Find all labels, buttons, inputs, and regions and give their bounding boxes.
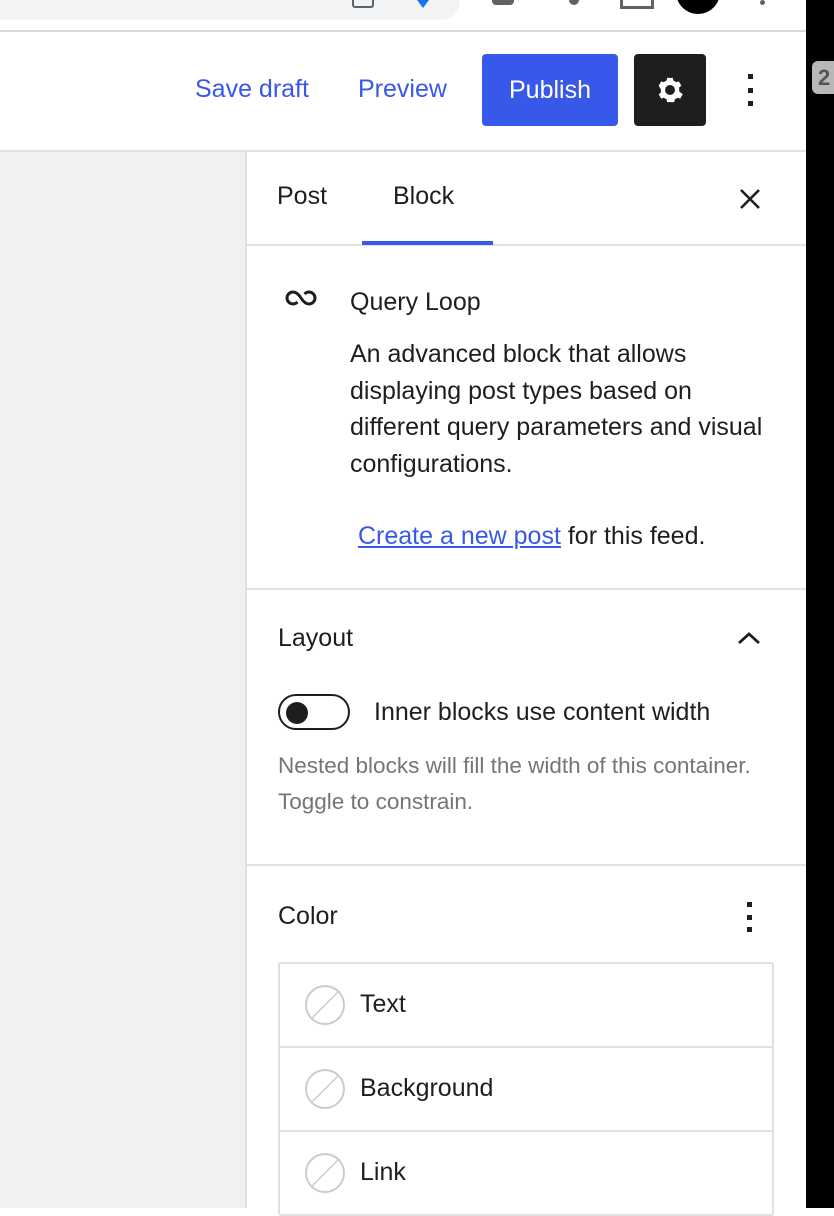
more-vertical-icon bbox=[747, 74, 753, 79]
more-vertical-icon bbox=[746, 902, 752, 907]
empty-swatch-icon bbox=[305, 1153, 345, 1193]
color-item-link[interactable]: Link bbox=[280, 1132, 772, 1216]
color-options-button[interactable] bbox=[739, 900, 759, 934]
settings-sidebar: Post Block Query Loop An advanced block … bbox=[247, 152, 806, 1216]
tab-block[interactable]: Block bbox=[393, 182, 454, 211]
layout-panel-title[interactable]: Layout bbox=[278, 624, 353, 653]
color-item-label: Text bbox=[360, 990, 406, 1018]
editor-header: Save draft Preview Publish bbox=[0, 32, 806, 152]
tab-post[interactable]: Post bbox=[277, 182, 327, 211]
layout-help-text: Nested blocks will fill the width of thi… bbox=[278, 753, 751, 814]
empty-swatch-icon bbox=[305, 985, 345, 1025]
create-new-post-link[interactable]: Create a new post bbox=[358, 522, 561, 550]
color-item-background[interactable]: Background bbox=[280, 1048, 772, 1132]
block-title: Query Loop bbox=[350, 288, 481, 316]
collapse-layout-button[interactable] bbox=[735, 624, 763, 652]
block-card: Query Loop An advanced block that allows… bbox=[247, 246, 806, 590]
more-vertical-icon-dot bbox=[746, 914, 752, 920]
browser-toolbar bbox=[0, 0, 806, 32]
color-item-label: Background bbox=[360, 1074, 494, 1102]
create-post-suffix: for this feed. bbox=[560, 522, 706, 550]
color-panel: Color Text Background Link bbox=[247, 866, 806, 1216]
save-draft-button[interactable]: Save draft bbox=[195, 75, 309, 104]
publish-button[interactable]: Publish bbox=[482, 54, 618, 126]
browser-menu-icon[interactable] bbox=[760, 0, 765, 5]
empty-swatch-icon bbox=[305, 1069, 345, 1109]
side-badge: 2 bbox=[812, 61, 834, 94]
sidebar-tabs: Post Block bbox=[247, 152, 806, 246]
gear-icon bbox=[658, 77, 683, 103]
profile-avatar[interactable] bbox=[676, 0, 720, 14]
create-post-line: Create a new post for this feed. bbox=[358, 522, 705, 551]
tab-search-icon[interactable] bbox=[352, 0, 374, 8]
color-panel-title: Color bbox=[278, 902, 338, 930]
chevron-up-icon bbox=[738, 632, 760, 645]
extension-icon[interactable] bbox=[569, 0, 579, 5]
toggle-knob bbox=[286, 702, 308, 724]
bookmark-star-icon[interactable] bbox=[414, 0, 432, 8]
color-settings-list: Text Background Link bbox=[278, 962, 774, 1216]
options-menu-button[interactable] bbox=[736, 70, 764, 110]
editor-canvas[interactable] bbox=[0, 152, 247, 1208]
content-width-toggle[interactable] bbox=[278, 694, 350, 730]
active-tab-indicator bbox=[362, 241, 493, 245]
preview-button[interactable]: Preview bbox=[358, 75, 447, 104]
loop-icon bbox=[285, 290, 317, 306]
address-bar[interactable] bbox=[0, 0, 460, 20]
color-item-label: Link bbox=[360, 1158, 406, 1186]
more-vertical-icon-dot bbox=[747, 87, 753, 93]
close-sidebar-button[interactable] bbox=[733, 182, 767, 216]
sidebar-panel-icon[interactable] bbox=[620, 0, 654, 9]
extension-icon[interactable] bbox=[492, 0, 514, 5]
settings-button[interactable] bbox=[634, 54, 706, 126]
close-icon bbox=[740, 189, 760, 209]
more-vertical-icon-dot bbox=[747, 101, 753, 106]
toggle-label[interactable]: Inner blocks use content width bbox=[374, 698, 710, 727]
window-edge bbox=[806, 0, 834, 1208]
layout-panel: Layout Inner blocks use content width Ne… bbox=[247, 590, 806, 866]
block-description: An advanced block that allows displaying… bbox=[350, 340, 763, 478]
color-item-text[interactable]: Text bbox=[280, 964, 772, 1048]
more-vertical-icon-dot bbox=[746, 927, 752, 932]
